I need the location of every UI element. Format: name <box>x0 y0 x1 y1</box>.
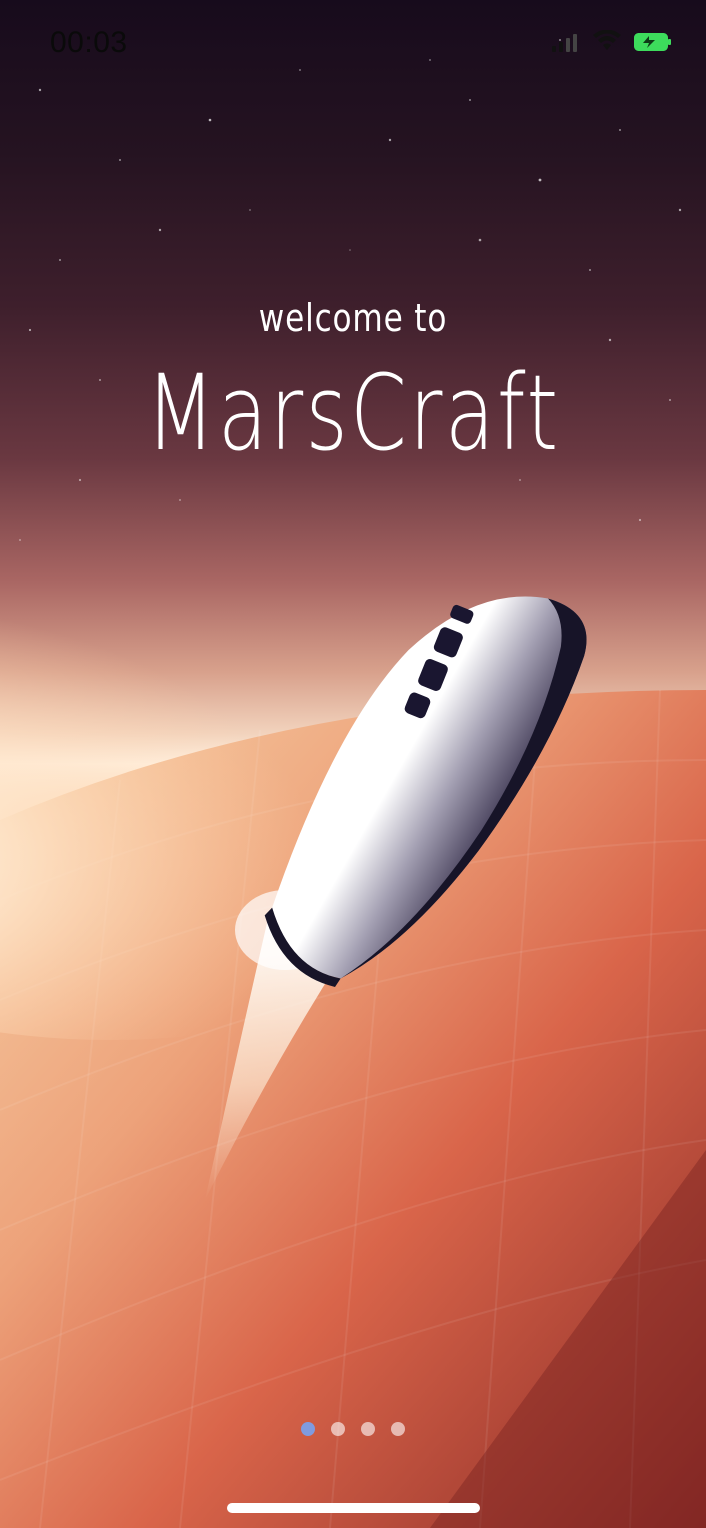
wifi-icon <box>593 30 621 50</box>
cellular-signal-icon <box>552 34 577 52</box>
welcome-subtitle: welcome to <box>258 296 448 340</box>
page-dot-2[interactable] <box>331 1422 345 1436</box>
battery-charging-icon <box>634 33 671 51</box>
page-indicator[interactable] <box>0 1422 706 1438</box>
home-indicator[interactable] <box>227 1503 480 1513</box>
mars-illustration <box>0 596 706 1528</box>
page-dot-4[interactable] <box>391 1422 405 1436</box>
page-dot-3[interactable] <box>361 1422 375 1436</box>
app-title: MarsCraft <box>145 352 561 474</box>
status-time: 00:03 <box>50 26 128 59</box>
page-dot-1[interactable] <box>301 1422 315 1436</box>
onboarding-screen[interactable]: 00:03 welcome to MarsCraft <box>0 0 706 1528</box>
status-bar: 00:03 <box>0 0 706 90</box>
